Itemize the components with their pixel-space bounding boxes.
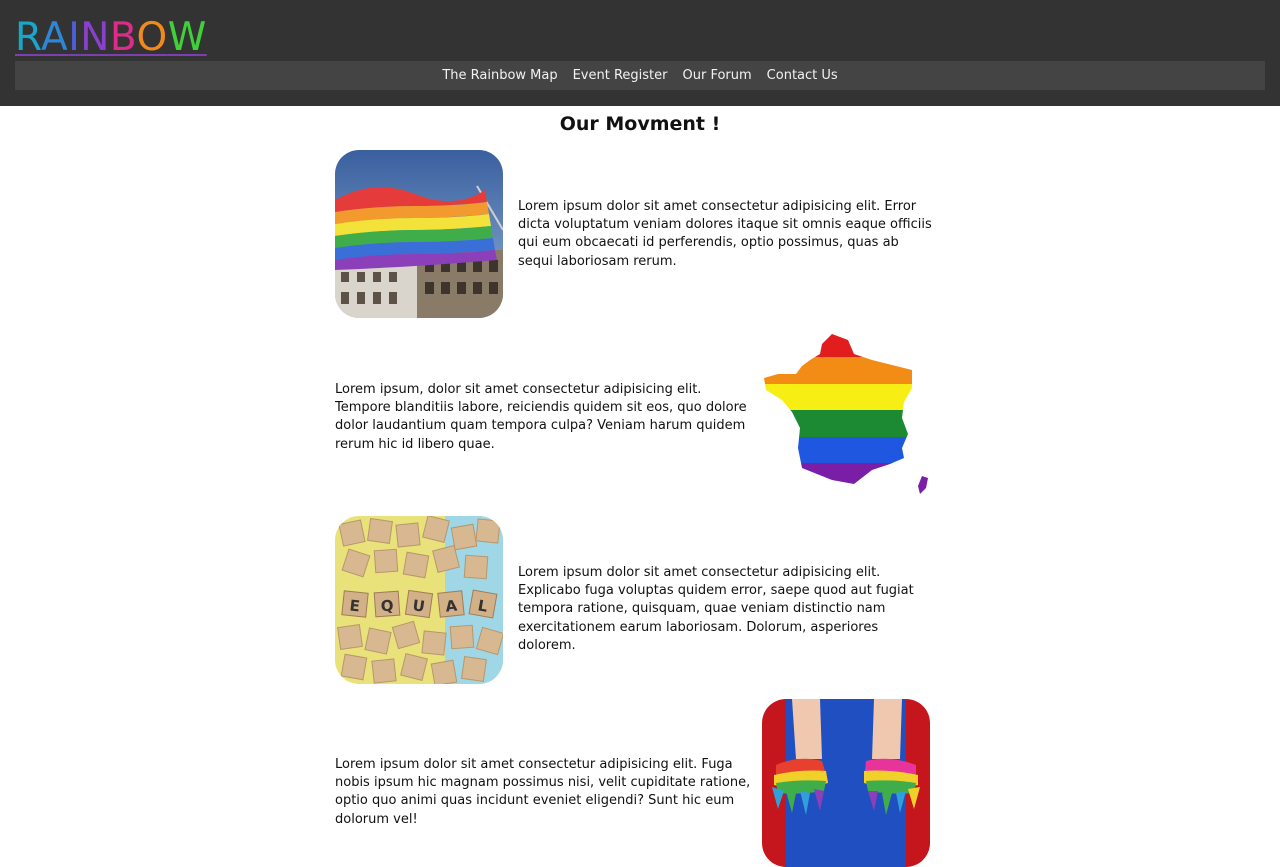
section-3-text: Lorem ipsum dolor sit amet consectetur a… [518, 565, 914, 653]
tile-letter-a: A [444, 596, 458, 615]
site-logo[interactable]: RAINBOW [15, 14, 207, 62]
site-header: RAINBOW The Rainbow Map Event Register O… [0, 0, 1280, 106]
nav-link-contact-us[interactable]: Contact Us [759, 61, 845, 90]
rainbow-flag-image [335, 150, 503, 318]
section-2-text: Lorem ipsum, dolor sit amet consectetur … [335, 382, 747, 452]
tile-letter-e: E [349, 597, 361, 616]
main-navbar: The Rainbow Map Event Register Our Forum… [15, 61, 1265, 90]
logo-letter: N [80, 15, 110, 60]
logo-letter: R [15, 15, 42, 60]
movement-section-1: Lorem ipsum dolor sit amet consectetur a… [335, 150, 932, 318]
logo-letter: B [109, 15, 137, 60]
movement-section-2: Lorem ipsum, dolor sit amet consectetur … [335, 330, 930, 498]
movement-section-3: E Q U A L Lorem ipsum dolor sit amet con… [335, 516, 930, 684]
nav-link-our-forum[interactable]: Our Forum [675, 61, 759, 90]
tile-letter-q: Q [380, 597, 394, 616]
equal-tiles-image: E Q U A L [335, 516, 503, 684]
section-1-text: Lorem ipsum dolor sit amet consectetur a… [518, 199, 932, 269]
logo-letter: O [136, 15, 168, 60]
section-4-text: Lorem ipsum dolor sit amet consectetur a… [335, 757, 751, 827]
movement-section-4: Lorem ipsum dolor sit amet consectetur a… [335, 699, 930, 867]
logo-letter: W [167, 15, 207, 60]
logo-letter: I [68, 15, 81, 60]
tile-letter-u: U [411, 596, 426, 616]
rainbow-france-map-image [762, 330, 930, 498]
painted-hands-image [762, 699, 930, 867]
logo-letter: A [41, 15, 69, 60]
page-title: Our Movment ! [559, 113, 721, 135]
nav-link-rainbow-map[interactable]: The Rainbow Map [435, 61, 565, 90]
nav-link-event-register[interactable]: Event Register [565, 61, 675, 90]
